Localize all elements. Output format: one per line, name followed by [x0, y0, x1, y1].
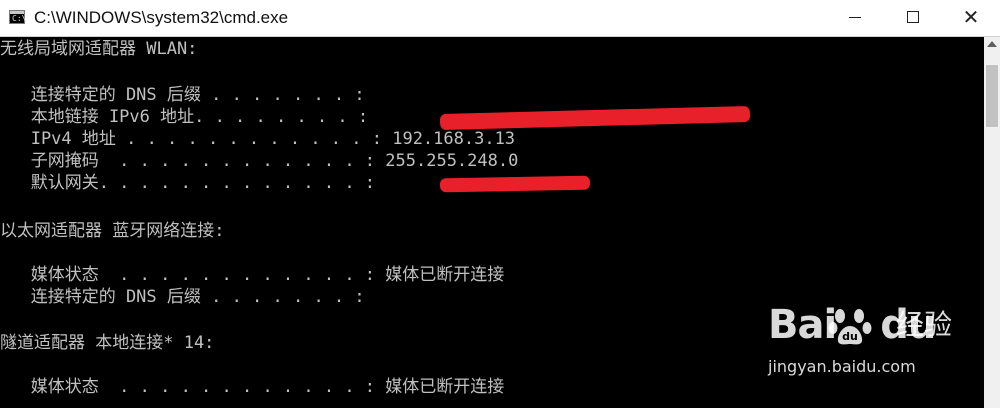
console-line: 本地链接 IPv6 地址. . . . . . . . : — [0, 107, 379, 127]
console-line: 子网掩码 . . . . . . . . . . . . : 255.255.2… — [0, 151, 519, 171]
redaction-mark-gateway — [439, 175, 591, 193]
cmd-app-icon[interactable]: C:\ — [9, 10, 27, 24]
close-icon: ✕ — [962, 5, 980, 29]
minimize-button[interactable] — [825, 0, 883, 36]
console-line: 隧道适配器 本地连接* 14: — [0, 333, 215, 353]
console-line: 无线局域网适配器 WLAN: — [0, 39, 198, 59]
svg-text:du: du — [842, 330, 858, 343]
console-line: IPv4 地址 . . . . . . . . . . . . : 192.16… — [0, 129, 516, 149]
watermark-brand-cn: 经验 — [896, 308, 953, 341]
console-line: 媒体状态 . . . . . . . . . . . . : 媒体已断开连接 — [0, 377, 505, 397]
vertical-scrollbar[interactable] — [984, 37, 1000, 408]
cmd-icon-glyph: C:\ — [12, 14, 27, 23]
close-button[interactable]: ✕ — [942, 0, 1000, 36]
maximize-button[interactable] — [883, 0, 941, 36]
console-line: 默认网关. . . . . . . . . . . . . : — [0, 173, 386, 193]
console-line: 媒体状态 . . . . . . . . . . . . : 媒体已断开连接 — [0, 265, 505, 285]
watermark-url: jingyan.baidu.com — [768, 357, 916, 376]
window-title: C:\WINDOWS\system32\cmd.exe — [34, 8, 289, 27]
redaction-mark-ipv6 — [439, 105, 751, 131]
scrollbar-thumb[interactable] — [986, 65, 998, 127]
cmd-window: C:\ C:\WINDOWS\system32\cmd.exe ✕ 无线局域网适… — [0, 0, 1000, 408]
title-bar[interactable]: C:\ C:\WINDOWS\system32\cmd.exe ✕ — [0, 0, 1000, 37]
baidu-paw-icon: du — [828, 309, 872, 345]
console-line: 连接特定的 DNS 后缀 . . . . . . . : — [0, 85, 365, 105]
scroll-up-arrow-icon[interactable] — [987, 41, 997, 47]
console-line: 以太网适配器 蓝牙网络连接: — [0, 221, 225, 241]
console-line: 连接特定的 DNS 后缀 . . . . . . . : — [0, 287, 365, 307]
baidu-jingyan-watermark: Bai du du 经验 jingyan.baidu.com — [768, 300, 968, 390]
